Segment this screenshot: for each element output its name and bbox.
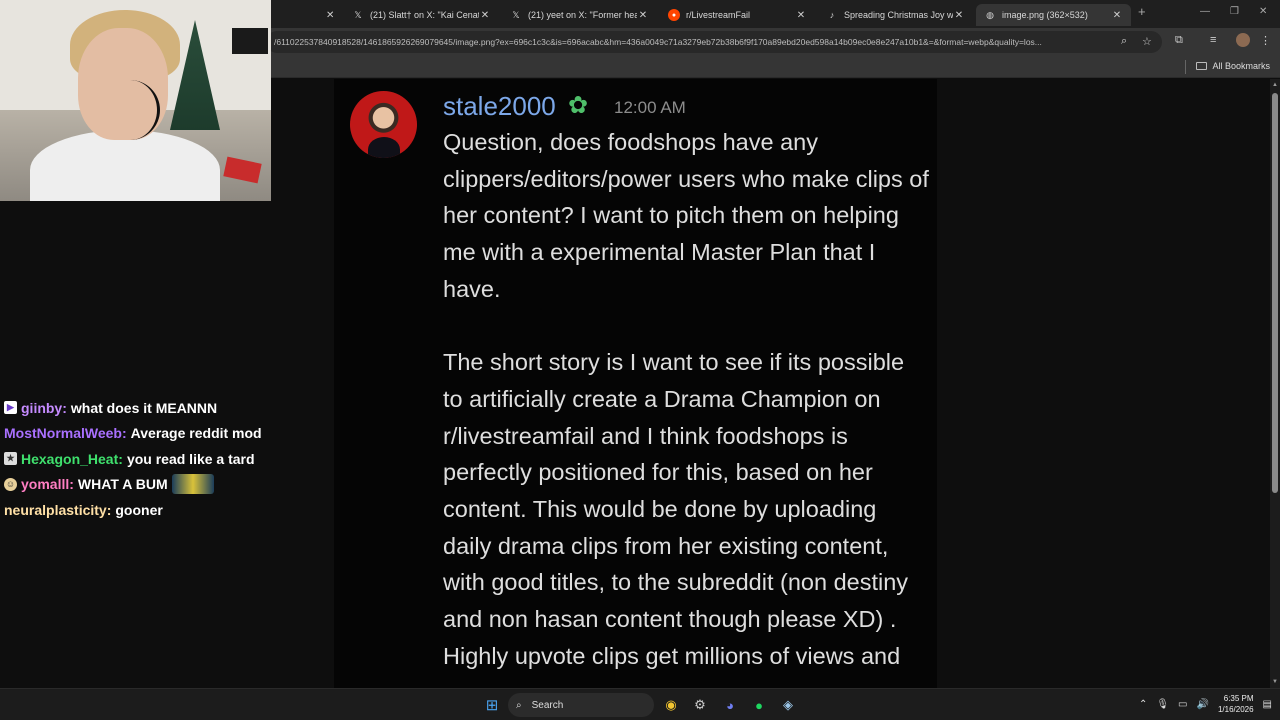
tab-title: Spreading Christmas Joy with S	[844, 10, 953, 20]
close-icon[interactable]: ✕	[326, 10, 334, 21]
chat-overlay: ▶ giinby: what does it MEANNN MostNormal…	[4, 395, 324, 523]
clover-badge-icon: ✿	[568, 92, 589, 119]
tab-title: (21) yeet on X: "Former head L	[528, 10, 637, 20]
steam-icon[interactable]: ◈	[779, 696, 797, 714]
tab-3[interactable]: ♪ Spreading Christmas Joy with S ✕	[818, 4, 973, 26]
close-icon[interactable]: ✕	[1111, 10, 1123, 21]
scroll-up-icon[interactable]: ▲	[1272, 82, 1278, 88]
emote-image	[171, 474, 214, 495]
chat-text: what does it MEANNN	[70, 399, 218, 416]
clock[interactable]: 6:35 PM 1/16/2026	[1218, 693, 1254, 715]
tab-4-active[interactable]: ◍ image.png (362×532) ✕	[976, 4, 1131, 26]
minimize-icon[interactable]: —	[1200, 6, 1210, 17]
zoom-icon[interactable]: ⌕	[1121, 35, 1127, 48]
search-label: Search	[531, 699, 564, 711]
username: stale2000	[443, 91, 556, 121]
message-timestamp: 12:00 AM	[614, 98, 686, 117]
url-text[interactable]: /611022537840918528/1461865926269079645/…	[274, 37, 1104, 47]
system-tray: ⌃ 🎙 ▭ 🔊 6:35 PM 1/16/2026 ▤	[1139, 693, 1272, 715]
all-bookmarks-label: All Bookmarks	[1212, 61, 1270, 71]
scroll-thumb[interactable]	[1272, 93, 1278, 493]
network-icon[interactable]: ▭	[1178, 699, 1187, 710]
x-icon: 𝕏	[512, 9, 520, 20]
all-bookmarks-button[interactable]: All Bookmarks	[1196, 61, 1270, 71]
scroll-down-icon[interactable]: ▼	[1272, 679, 1278, 685]
message-body: Question, does foodshops have any clippe…	[443, 124, 929, 688]
chat-colon: :	[121, 425, 127, 442]
chat-username: Hexagon_Heat	[21, 450, 119, 467]
star-badge-icon: ★	[4, 452, 17, 466]
message-paragraph: The short story is I want to see if its …	[443, 349, 909, 669]
taskbar-search[interactable]: ⌕ Search	[508, 693, 654, 717]
chat-colon: :	[62, 399, 67, 416]
discord-icon[interactable]: ◕	[721, 696, 739, 714]
close-icon[interactable]: ✕	[953, 10, 965, 21]
maximize-icon[interactable]: ❐	[1230, 6, 1239, 17]
tab-2[interactable]: ● r/LivestreamFail ✕	[660, 4, 815, 26]
chat-message: ★ Hexagon_Heat: you read like a tard	[4, 446, 324, 472]
microphone-icon[interactable]: 🎙	[1156, 699, 1169, 710]
menu-kebab-icon[interactable]: ⋮	[1260, 34, 1271, 47]
windows-start-icon[interactable]: ⊞	[483, 696, 501, 714]
avatar	[350, 91, 417, 158]
chat-colon: :	[69, 476, 74, 493]
new-tab-icon[interactable]: +	[1138, 4, 1146, 19]
tab-0[interactable]: 𝕏 (21) Slatt† on X: "Kai Cenat ke ✕	[344, 4, 499, 26]
chat-message: ▶ giinby: what does it MEANNN	[4, 395, 324, 421]
chat-colon: :	[118, 450, 123, 467]
scrollbar[interactable]: ▲ ▼	[1270, 79, 1280, 688]
chat-message: MostNormalWeeb: Average reddit mod	[4, 421, 324, 447]
settings-icon[interactable]: ⚙	[691, 696, 709, 714]
search-icon: ⌕	[516, 699, 522, 711]
headset-cable	[100, 80, 160, 140]
chat-username: giinby	[21, 399, 63, 416]
divider	[1185, 60, 1186, 74]
close-icon[interactable]: ✕	[795, 10, 807, 21]
gift-box	[223, 156, 262, 184]
chat-username: yomalll	[21, 476, 70, 493]
chevron-up-icon[interactable]: ⌃	[1139, 699, 1147, 710]
clock-time: 6:35 PM	[1223, 694, 1254, 703]
chat-text: gooner	[115, 501, 163, 518]
window-close-icon[interactable]: ✕	[1259, 6, 1267, 17]
tab-title: (21) Slatt† on X: "Kai Cenat ke	[370, 10, 479, 20]
spotify-icon[interactable]: ●	[750, 696, 768, 714]
close-icon[interactable]: ✕	[637, 10, 649, 21]
globe-icon: ◍	[986, 9, 994, 20]
chat-text: WHAT A BUM	[77, 476, 168, 493]
chat-message: neuralplasticity: gooner	[4, 497, 324, 523]
folder-icon	[1196, 62, 1208, 70]
chat-text: you read like a tard	[126, 450, 255, 467]
chat-username: MostNormalWeeb	[4, 425, 122, 442]
chat-colon: :	[106, 501, 112, 518]
tab-close-previous[interactable]: ✕	[318, 4, 340, 26]
tab-search-icon[interactable]: ≡	[1210, 34, 1216, 46]
profile-avatar[interactable]	[1236, 33, 1250, 47]
clock-date: 1/16/2026	[1217, 705, 1254, 714]
message-paragraph: Question, does foodshops have any clippe…	[443, 129, 929, 302]
volume-icon[interactable]: 🔊	[1197, 699, 1209, 710]
face-badge-icon: ☺	[4, 477, 17, 491]
tab-title: image.png (362×532)	[1002, 10, 1088, 20]
reddit-icon: ●	[668, 9, 680, 21]
extensions-icon[interactable]: ⧉	[1175, 34, 1183, 47]
tab-title: r/LivestreamFail	[686, 10, 751, 20]
chat-message: ☺ yomalll: WHAT A BUM	[4, 472, 324, 498]
tiktok-icon: ♪	[829, 10, 835, 20]
chat-username: neuralplasticity	[4, 501, 107, 518]
address-bar[interactable]: /611022537840918528/1461865926269079645/…	[266, 31, 1162, 53]
streamer-body	[30, 130, 220, 201]
bookmark-star-icon[interactable]: ☆	[1142, 35, 1152, 48]
wall-screen	[232, 28, 268, 54]
webcam-overlay	[0, 0, 271, 201]
notification-icon[interactable]: ▤	[1263, 699, 1272, 710]
tab-1[interactable]: 𝕏 (21) yeet on X: "Former head L ✕	[502, 4, 657, 26]
chrome-icon[interactable]: ◉	[662, 696, 680, 714]
discord-message-image: stale2000 ✿ 12:00 AM Question, does food…	[334, 79, 937, 688]
taskbar: ⊞ ⌕ Search ◉ ⚙ ◕ ● ◈ ⌃ 🎙 ▭ 🔊 6:35 PM 1/1…	[0, 688, 1280, 720]
x-icon: 𝕏	[354, 9, 362, 20]
chat-text: Average reddit mod	[130, 425, 262, 442]
close-icon[interactable]: ✕	[479, 10, 491, 21]
video-badge-icon: ▶	[4, 401, 17, 415]
